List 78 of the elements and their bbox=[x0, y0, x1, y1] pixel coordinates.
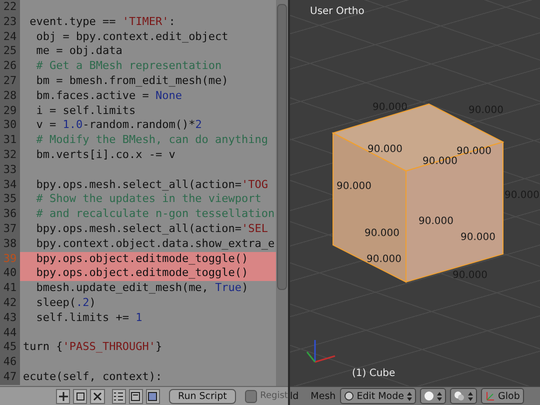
line-number: 24 bbox=[0, 30, 20, 44]
code-line: ecute(self, context): bbox=[22, 370, 162, 385]
pivot-dropdown[interactable] bbox=[450, 388, 477, 404]
edge-length-label: 90.000 bbox=[336, 181, 372, 192]
line-number: 41 bbox=[0, 281, 20, 296]
edge-length-label: 90.000 bbox=[364, 228, 400, 239]
code-line: turn {'PASS_THROUGH'} bbox=[22, 340, 162, 356]
line-number: 36 bbox=[0, 207, 20, 222]
shading-dropdown[interactable] bbox=[420, 388, 446, 404]
circles-icon bbox=[454, 391, 465, 401]
edge-length-label: 90.000 bbox=[418, 216, 454, 227]
line-number: 32 bbox=[0, 148, 20, 163]
code-line: bpy.context.object.data.show_extra_e bbox=[35, 236, 275, 252]
run-script-button[interactable]: Run Script bbox=[169, 388, 236, 404]
line-number: 38 bbox=[0, 236, 20, 252]
edge-length-label: 90.000 bbox=[456, 146, 492, 157]
line-number: 45 bbox=[0, 340, 20, 356]
code-line: # Get a BMesh representation bbox=[35, 59, 222, 74]
line-number: 30 bbox=[0, 118, 20, 134]
edge-length-label: 90.000 bbox=[460, 232, 496, 243]
sphere-icon bbox=[424, 391, 434, 401]
orientation-dropdown[interactable]: Glob bbox=[481, 388, 524, 404]
line-number: 35 bbox=[0, 192, 20, 208]
line-number: 40 bbox=[0, 266, 20, 282]
code-line: bpy.ops.mesh.select_all(action='TOG bbox=[35, 178, 268, 192]
code-line: # Modify the BMesh, can do anything bbox=[35, 133, 268, 148]
code-line: bpy.ops.mesh.select_all(action='SEL bbox=[35, 222, 268, 237]
register-checkbox[interactable] bbox=[244, 390, 258, 402]
line-number: 27 bbox=[0, 74, 20, 89]
mode-dropdown[interactable]: Edit Mode bbox=[340, 388, 416, 404]
cut-menu-label[interactable]: ld bbox=[290, 390, 299, 402]
line-number: 26 bbox=[0, 59, 20, 74]
line-number: 22 bbox=[0, 0, 20, 15]
code-line: me = obj.data bbox=[35, 44, 122, 60]
code-line: event.type == 'TIMER': bbox=[28, 14, 176, 30]
line-number: 28 bbox=[0, 88, 20, 104]
code-line: sleep(.2) bbox=[35, 296, 96, 311]
line-number: 47 bbox=[0, 370, 20, 385]
line-number: 33 bbox=[0, 162, 20, 178]
line-number: 34 bbox=[0, 178, 20, 192]
code-line: bmesh.update_edit_mesh(me, True) bbox=[35, 281, 248, 296]
line-number: 31 bbox=[0, 133, 20, 148]
close-icon[interactable] bbox=[90, 388, 105, 404]
line-number: 44 bbox=[0, 326, 20, 340]
view-label: User Ortho bbox=[310, 6, 364, 17]
code-line: bpy.ops.object.editmode_toggle() bbox=[35, 252, 248, 266]
line-number: 42 bbox=[0, 296, 20, 311]
code-line: obj = bpy.context.edit_object bbox=[35, 30, 228, 44]
code-line: bpy.ops.object.editmode_toggle() bbox=[35, 266, 248, 282]
code-line: # and recalculate n-gon tessellation bbox=[35, 207, 275, 222]
updown-icon bbox=[468, 392, 473, 400]
axis-gizmo-icon bbox=[306, 340, 336, 363]
updown-icon bbox=[437, 392, 442, 400]
code-line: bm = bmesh.from_edit_mesh(me) bbox=[35, 74, 228, 89]
line-numbers-icon[interactable] bbox=[112, 388, 126, 404]
edge-length-label: 90.000 bbox=[368, 144, 402, 155]
code-line: # Show the updates in the viewport bbox=[35, 192, 262, 208]
code-line: i = self.limits bbox=[35, 104, 136, 118]
mesh-menu[interactable]: Mesh bbox=[310, 390, 336, 402]
edge-length-label: 90.000 bbox=[422, 156, 458, 167]
updown-icon bbox=[407, 392, 412, 400]
code-line: bm.verts[i].co.x -= v bbox=[35, 148, 176, 163]
axes-icon bbox=[485, 391, 495, 401]
register-label: Regist bbox=[260, 391, 288, 401]
line-number: 25 bbox=[0, 44, 20, 60]
line-number: 23 bbox=[0, 14, 20, 30]
line-number: 39 bbox=[0, 252, 20, 266]
scrollbar[interactable] bbox=[276, 0, 288, 386]
code-line: self.limits += 1 bbox=[35, 310, 142, 326]
line-number: 37 bbox=[0, 222, 20, 237]
line-number: 29 bbox=[0, 104, 20, 118]
code-line: bm.faces.active = None bbox=[35, 88, 182, 104]
code-line: v = 1.0-random.random()*2 bbox=[35, 118, 202, 134]
line-number: 46 bbox=[0, 355, 20, 370]
edge-length-label: 90.000 bbox=[366, 254, 402, 265]
object-label: (1) Cube bbox=[352, 368, 396, 379]
plus-icon[interactable] bbox=[56, 388, 70, 404]
line-number: 43 bbox=[0, 310, 20, 326]
